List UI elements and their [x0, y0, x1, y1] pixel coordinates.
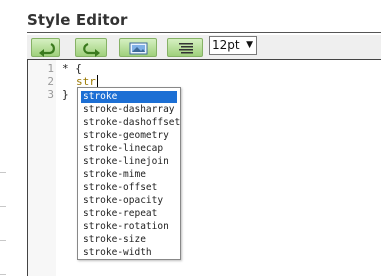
autocomplete-item[interactable]: stroke-offset [81, 182, 177, 194]
undo-arrow-icon [39, 43, 55, 57]
code-line: * { [62, 62, 82, 75]
autocomplete-item[interactable]: stroke-linejoin [81, 156, 177, 168]
font-size-select[interactable]: 12pt ▼ [209, 36, 257, 55]
autocomplete-item[interactable]: stroke-size [81, 234, 177, 246]
redo-arrow-icon [83, 42, 100, 57]
left-divider [0, 172, 6, 173]
autocomplete-item[interactable]: stroke-dashoffset [81, 117, 180, 129]
left-divider [0, 240, 6, 241]
style-editor-page: Style Editor 12pt ▼ 1 2 3 * {str} stro… [0, 0, 381, 276]
image-icon [129, 42, 148, 55]
autocomplete-item[interactable]: stroke-opacity [81, 195, 177, 207]
autocomplete-item[interactable]: stroke-geometry [81, 130, 177, 142]
text-caret [97, 75, 98, 87]
undo-button[interactable] [31, 38, 60, 57]
panel-title: Style Editor [27, 11, 128, 29]
autocomplete-item[interactable]: stroke-mime [81, 169, 177, 181]
left-divider [0, 206, 6, 207]
line-number: 1 [47, 62, 54, 75]
format-button[interactable] [167, 38, 203, 57]
autocomplete-item[interactable]: stroke-width [81, 247, 177, 259]
lines-format-icon [179, 43, 193, 54]
autocomplete-item[interactable]: stroke [81, 91, 177, 103]
autocomplete-item[interactable]: stroke-linecap [81, 143, 177, 155]
autocomplete-item[interactable]: stroke-repeat [81, 208, 177, 220]
autocomplete-item[interactable]: stroke-dasharray [81, 104, 177, 116]
autocomplete-list[interactable]: stroke stroke-dasharray stroke-dashoffse… [77, 87, 181, 260]
insert-image-button[interactable] [119, 38, 157, 57]
chevron-down-icon: ▼ [246, 40, 253, 50]
font-size-value: 12pt [212, 38, 240, 52]
redo-button[interactable] [75, 38, 107, 57]
code-line: } [62, 88, 69, 101]
left-divider [0, 274, 6, 275]
autocomplete-item[interactable]: stroke-rotation [81, 221, 177, 233]
title-divider [27, 32, 381, 33]
line-number: 3 [47, 88, 54, 101]
line-number: 2 [47, 75, 54, 88]
